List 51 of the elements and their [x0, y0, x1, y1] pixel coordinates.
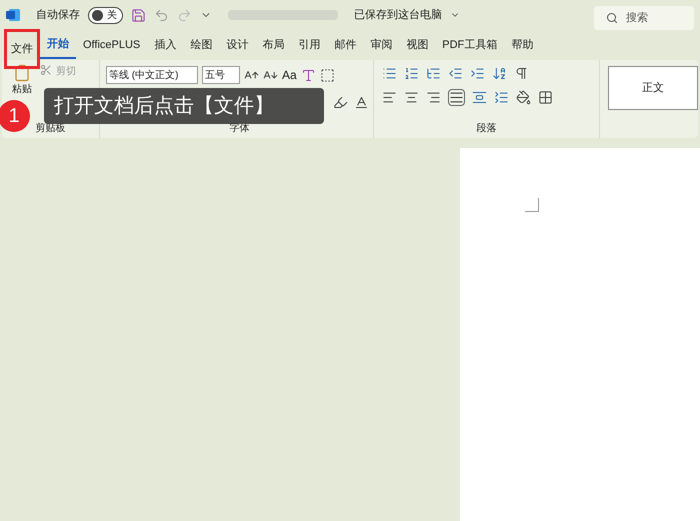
align-right-icon[interactable]: [426, 90, 442, 105]
save-status[interactable]: 已保存到这台电脑: [354, 6, 442, 24]
autosave-toggle[interactable]: 关: [88, 6, 123, 24]
decrease-indent-icon[interactable]: [448, 66, 464, 81]
word-logo-icon: [6, 8, 20, 22]
justify-icon[interactable]: [448, 89, 466, 106]
style-gallery-item[interactable]: 正文: [608, 66, 698, 110]
ribbon-tab[interactable]: PDF工具箱: [435, 31, 504, 59]
ribbon-tab[interactable]: 视图: [399, 31, 436, 59]
ribbon-tab[interactable]: 帮助: [504, 31, 540, 59]
borders-icon[interactable]: [538, 90, 554, 105]
ribbon-tab[interactable]: 设计: [219, 31, 256, 59]
character-shading-icon[interactable]: [354, 95, 370, 110]
numbering-icon[interactable]: [404, 66, 420, 81]
scissors-icon: [40, 64, 52, 76]
character-border-icon[interactable]: [320, 68, 335, 82]
ribbon-tab[interactable]: 插入: [147, 31, 184, 59]
highlight-icon[interactable]: [333, 95, 348, 110]
paste-button[interactable]: 粘贴: [12, 82, 32, 97]
search-placeholder: 搜索: [626, 10, 648, 26]
multilevel-list-icon[interactable]: [426, 66, 442, 81]
change-case-button[interactable]: Aa: [282, 66, 297, 84]
line-spacing-icon[interactable]: [494, 90, 510, 105]
bullets-icon[interactable]: [382, 66, 398, 81]
clear-format-icon[interactable]: [300, 68, 316, 82]
paste-icon[interactable]: [13, 64, 31, 82]
group-label: 字体: [228, 122, 251, 136]
save-icon[interactable]: [131, 8, 146, 22]
shading-icon[interactable]: [516, 90, 532, 105]
font-name-field[interactable]: 等线 (中文正文): [106, 66, 198, 84]
show-marks-icon[interactable]: [514, 66, 530, 81]
ribbon-tab[interactable]: 布局: [255, 31, 292, 59]
ribbon-tab[interactable]: 绘图: [183, 31, 220, 59]
margin-corner-mark: [525, 198, 539, 212]
autosave-label: 自动保存: [36, 8, 80, 23]
align-center-icon[interactable]: [404, 90, 420, 105]
ribbon-tab[interactable]: 引用: [291, 31, 328, 59]
distribute-icon[interactable]: [472, 90, 488, 105]
group-label: 剪贴板: [34, 122, 66, 136]
group-label: 段落: [476, 122, 498, 136]
align-left-icon[interactable]: [382, 90, 398, 105]
ribbon-tab[interactable]: OfficePLUS: [76, 31, 148, 59]
sort-icon[interactable]: [492, 66, 508, 81]
search-field[interactable]: 搜索: [594, 6, 694, 30]
ribbon-tab[interactable]: 文件: [4, 29, 40, 69]
search-icon: [606, 12, 618, 24]
font-size-field[interactable]: 五号: [202, 66, 240, 84]
ribbon-tab[interactable]: 审阅: [363, 31, 400, 59]
tutorial-callout: 打开文档后点击【文件】: [44, 88, 324, 124]
increase-indent-icon[interactable]: [470, 66, 486, 81]
ribbon-tab[interactable]: 邮件: [327, 31, 364, 59]
